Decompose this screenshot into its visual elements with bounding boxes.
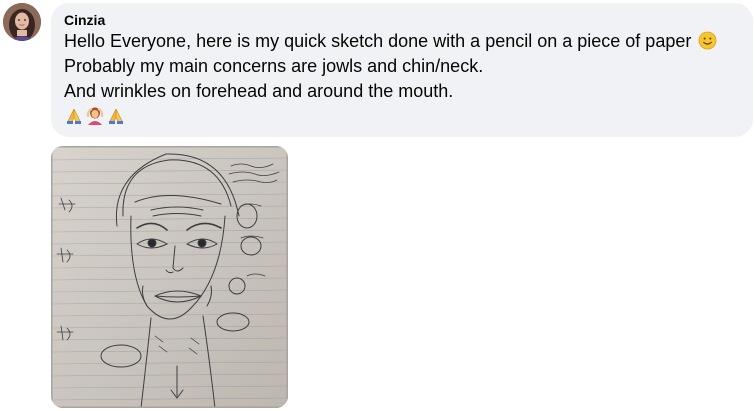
folded-hands-icon xyxy=(67,108,81,124)
comment-author[interactable]: Cinzia xyxy=(64,11,741,29)
emoji-row xyxy=(64,105,741,125)
comment-line-2: Probably my main concerns are jowls and … xyxy=(64,56,484,76)
comment-line-1: Hello Everyone, here is my quick sketch … xyxy=(64,29,741,54)
pencil-sketch-photo[interactable] xyxy=(51,146,288,408)
person-gesturing-ok-icon xyxy=(86,107,104,125)
folded-hands-icon xyxy=(109,108,123,124)
avatar[interactable] xyxy=(3,3,41,41)
slightly-smiling-face-icon xyxy=(698,31,717,50)
comment-bubble: Cinzia Hello Everyone, here is my quick … xyxy=(51,3,753,137)
comment-line-3: And wrinkles on forehead and around the … xyxy=(64,81,454,101)
